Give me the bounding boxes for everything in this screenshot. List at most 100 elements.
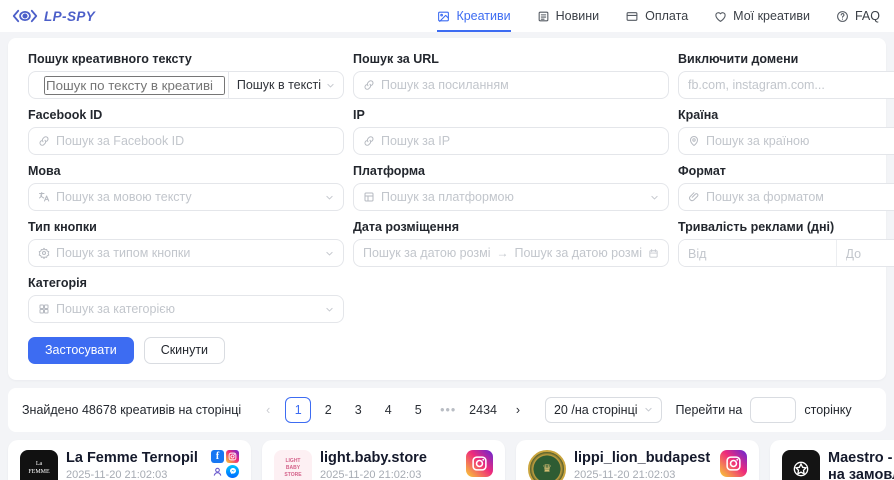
platform-select[interactable] — [353, 183, 669, 211]
network-icons: f — [211, 450, 239, 480]
format-input[interactable] — [706, 190, 894, 204]
avatar: ♛ — [528, 450, 566, 480]
goto-prefix: Перейти на — [676, 403, 743, 417]
chevron-down-icon — [326, 81, 335, 90]
platform-input[interactable] — [381, 190, 644, 204]
page-ellipsis[interactable]: ••• — [435, 397, 461, 423]
placement-date-range[interactable]: → — [353, 239, 669, 267]
pin-icon — [688, 135, 700, 147]
nav-label: Креативи — [456, 9, 510, 23]
text-search-mode-value: Пошук в тексті — [237, 78, 321, 92]
emblem-icon — [791, 459, 811, 479]
language-select[interactable] — [28, 183, 344, 211]
placement-date-to-input[interactable] — [515, 246, 643, 260]
duration-from-input[interactable] — [688, 247, 827, 261]
ip-input[interactable] — [381, 134, 659, 148]
prev-page-button[interactable]: ‹ — [255, 397, 281, 423]
text-search-input[interactable] — [44, 76, 225, 95]
apply-button[interactable]: Застосувати — [28, 337, 134, 364]
nav-label: Оплата — [645, 9, 688, 23]
card-title: light.baby.store — [320, 450, 458, 467]
chevron-down-icon — [325, 249, 334, 258]
link-icon — [38, 135, 50, 147]
field-label: Мова — [28, 164, 344, 178]
category-select[interactable] — [28, 295, 344, 323]
field-label: Категорія — [28, 276, 344, 290]
text-search-input-wrap — [29, 72, 228, 98]
country-input[interactable] — [706, 134, 894, 148]
page-button-last[interactable]: 2434 — [465, 397, 501, 423]
nav-label: Новини — [556, 9, 600, 23]
card-title: La Femme Ternopil — [66, 450, 203, 467]
question-icon — [836, 10, 849, 23]
card-title: lippi_lion_budapest — [574, 450, 712, 467]
instagram-icon — [466, 450, 493, 477]
page-button-3[interactable]: 3 — [345, 397, 371, 423]
paperclip-icon — [688, 191, 700, 203]
field-facebook-id: Facebook ID — [28, 108, 344, 155]
range-arrow-icon: → — [497, 246, 509, 260]
creative-card[interactable]: LaFEMME La Femme Ternopil 2025-11-20 21:… — [8, 440, 251, 480]
field-text-search: Пошук креативного тексту Пошук в тексті — [28, 52, 344, 99]
creative-card[interactable]: Maestro - кухні, меблі на замовлення в У… — [770, 440, 894, 480]
link-icon — [363, 135, 375, 147]
page-button-4[interactable]: 4 — [375, 397, 401, 423]
image-icon — [437, 10, 450, 23]
field-exclude-domains: Виключити домени — [678, 52, 894, 99]
text-search-mode-select[interactable]: Пошук в тексті — [228, 72, 343, 98]
app-header: LP-SPY Креативи Новини Оплата Мої креати… — [0, 0, 894, 32]
field-label: Виключити домени — [678, 52, 894, 66]
goto-page-input[interactable] — [750, 397, 796, 423]
nav-tab-creatives[interactable]: Креативи — [437, 0, 510, 32]
goto-page: Перейти на сторінку — [676, 397, 852, 423]
facebook-id-input[interactable] — [56, 134, 334, 148]
nav-tab-my-creatives[interactable]: Мої креативи — [714, 0, 810, 32]
main-nav: Креативи Новини Оплата Мої креативи FAQ — [437, 0, 880, 32]
results-summary: Знайдено 48678 креативів на сторінці — [22, 403, 241, 417]
instagram-icon — [226, 450, 239, 463]
page-button-5[interactable]: 5 — [405, 397, 431, 423]
field-label: Тип кнопки — [28, 220, 344, 234]
field-label: Facebook ID — [28, 108, 344, 122]
creative-card[interactable]: ♛ lippi_lion_budapest 2025-11-20 21:02:0… — [516, 440, 759, 480]
brand-logo[interactable]: LP-SPY — [12, 7, 95, 25]
chevron-down-icon — [325, 193, 334, 202]
gear-icon — [38, 247, 50, 259]
button-type-select[interactable] — [28, 239, 344, 267]
chevron-down-icon — [644, 405, 653, 414]
duration-to-input[interactable] — [846, 247, 894, 261]
field-label: Платформа — [353, 164, 669, 178]
category-input[interactable] — [56, 302, 319, 316]
next-page-button[interactable]: › — [505, 397, 531, 423]
url-input[interactable] — [381, 78, 659, 92]
field-category: Категорія — [28, 276, 344, 323]
avatar: LaFEMME — [20, 450, 58, 480]
nav-label: Мої креативи — [733, 9, 810, 23]
field-format: Формат — [678, 164, 894, 211]
reset-button[interactable]: Скинути — [144, 337, 225, 364]
field-label: Країна — [678, 108, 894, 122]
placement-date-from-input[interactable] — [363, 246, 491, 260]
nav-tab-news[interactable]: Новини — [537, 0, 600, 32]
page-size-value: 20 /на сторінці — [554, 403, 638, 417]
goto-suffix: сторінку — [804, 403, 851, 417]
language-input[interactable] — [56, 190, 319, 204]
nav-tab-payment[interactable]: Оплата — [625, 0, 688, 32]
card-icon — [625, 10, 639, 23]
page-button-2[interactable]: 2 — [315, 397, 341, 423]
card-date: 2025-11-20 21:02:03 — [574, 469, 712, 480]
button-type-input[interactable] — [56, 246, 319, 260]
nav-tab-faq[interactable]: FAQ — [836, 0, 880, 32]
page-button-1[interactable]: 1 — [285, 397, 311, 423]
audience-person-icon — [211, 465, 224, 478]
pagination: ‹ 1 2 3 4 5 ••• 2434 › — [255, 397, 531, 423]
grid-icon — [38, 303, 50, 315]
brand-name: LP-SPY — [44, 9, 95, 24]
chevron-down-icon — [650, 193, 659, 202]
chevron-down-icon — [325, 305, 334, 314]
creative-card[interactable]: LIGHTBABYSTORE light.baby.store 2025-11-… — [262, 440, 505, 480]
page-size-select[interactable]: 20 /на сторінці — [545, 397, 662, 423]
exclude-domains-input[interactable] — [688, 78, 894, 92]
results-bar: Знайдено 48678 креативів на сторінці ‹ 1… — [8, 388, 886, 432]
instagram-icon — [720, 450, 747, 477]
